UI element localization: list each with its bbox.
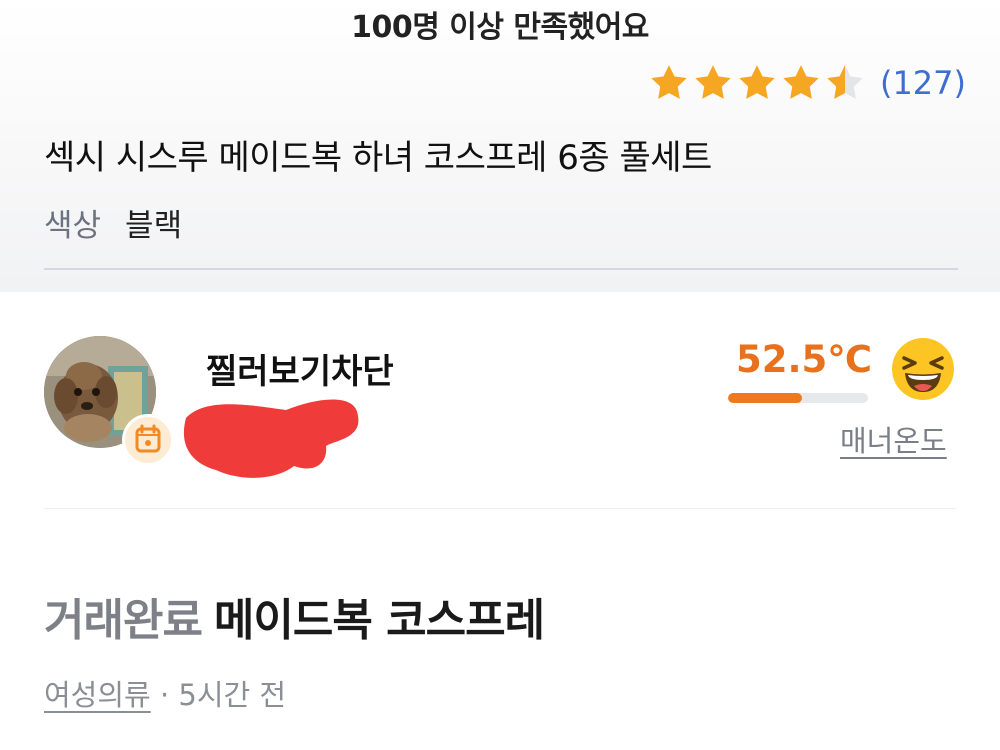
review-count[interactable]: (127) (880, 64, 966, 102)
redaction-scribble (183, 399, 359, 478)
article-meta: 여성의류 · 5시간 전 (44, 672, 286, 714)
divider (44, 508, 956, 509)
calendar-badge-icon (122, 414, 174, 466)
option-row: 색상 블랙 (44, 200, 182, 245)
satisfaction-text: 100명 이상 만족했어요 (351, 10, 649, 45)
star-rating (648, 62, 868, 104)
star-icon (739, 65, 775, 99)
product-title: 섹시 시스루 메이드복 하녀 코스프레 6종 풀세트 (44, 138, 712, 178)
meta-separator: · (150, 678, 179, 712)
rating-row[interactable]: (127) (648, 62, 966, 104)
star-icon (695, 65, 731, 99)
posted-time: 5시간 전 (178, 678, 287, 712)
star-icon (783, 65, 819, 99)
option-value: 블랙 (125, 208, 183, 244)
seller-name[interactable]: 찔러보기차단 (206, 344, 394, 393)
laughing-face-icon (892, 338, 954, 400)
divider (44, 268, 958, 270)
status-badge: 거래완료 (44, 595, 203, 646)
article-title: 거래완료 메이드복 코스프레 (44, 584, 545, 648)
category-link[interactable]: 여성의류 (44, 678, 151, 712)
temperature-bar-fill (728, 393, 802, 403)
half-star-icon (827, 65, 863, 99)
article-title-text: 메이드복 코스프레 (213, 595, 545, 646)
manner-temperature: 52.5℃ (736, 338, 873, 381)
calendar-icon (135, 424, 161, 453)
temperature-bar (728, 393, 868, 403)
product-card[interactable]: 100명 이상 만족했어요 (127) 섹시 시스루 메이드복 하녀 코스프레 … (0, 0, 1000, 292)
page: 100명 이상 만족했어요 (127) 섹시 시스루 메이드복 하녀 코스프레 … (0, 0, 1000, 750)
option-label: 색상 (44, 208, 102, 244)
manner-temperature-link[interactable]: 매너온도 (840, 418, 947, 460)
star-icon (651, 65, 687, 99)
